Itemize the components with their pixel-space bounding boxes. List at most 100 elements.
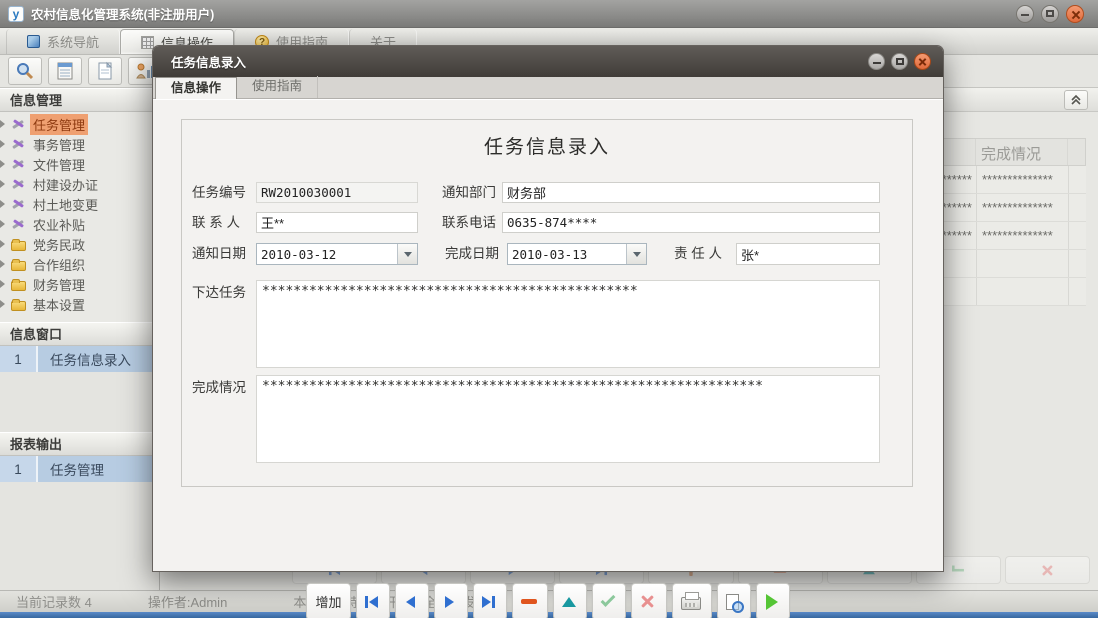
toolbar-button-icon [640,594,656,610]
tree-item[interactable]: 合作组织 [0,254,159,274]
tree-item-label: 村建设办证 [30,174,101,195]
toolbar-button-check[interactable] [592,583,626,618]
owner-label: 责 任 人 [674,244,722,264]
minimize-button[interactable] [1016,5,1034,23]
collapse-panel-button[interactable] [1064,90,1088,110]
tree-item[interactable]: 村建设办证 [0,174,159,194]
expand-arrow-icon[interactable] [0,260,5,268]
list-item-index: 1 [0,456,38,482]
grid-cell [977,250,1069,277]
toolbar-button-preview[interactable] [717,583,751,618]
tree-item[interactable]: 基本设置 [0,294,159,314]
dialog-close-button[interactable] [914,53,931,70]
task-content-field[interactable]: ****************************************… [256,280,880,368]
sidebar-section-windows: 信息窗口 [0,322,159,346]
tree-item-icon [11,261,26,271]
dialog-maximize-button[interactable] [891,53,908,70]
tree-item[interactable]: 财务管理 [0,274,159,294]
toolbar-button-last[interactable] [473,583,507,618]
record-count: 当前记录数 4 [16,592,92,611]
tree-item-icon [11,177,26,191]
toolbar-button-prev[interactable] [395,583,429,618]
expand-arrow-icon[interactable] [0,220,5,228]
toolbar-button-minus[interactable] [512,583,548,618]
finish-date-field[interactable] [508,244,625,264]
form-title: 任务信息录入 [182,132,912,159]
list-item[interactable]: 1 任务管理 [0,456,159,482]
dialog-tab-label: 使用指南 [252,79,302,93]
dialog-tab[interactable]: 使用指南 [237,76,318,98]
minimize-icon [873,62,881,64]
tree-item[interactable]: 党务民政 [0,234,159,254]
toolbar-button-icon [406,596,415,608]
expand-arrow-icon[interactable] [0,300,5,308]
tree-item[interactable]: 村土地变更 [0,194,159,214]
tree-item-icon [11,157,26,171]
toolbar-button-add[interactable]: 增加 [306,583,350,618]
task-entry-dialog: 任务信息录入 信息操作 使用指南 任务信息录入 任务编号 [152,45,944,572]
list-item[interactable]: 1 任务信息录入 [0,346,159,372]
toolbar-button-first[interactable] [356,583,390,618]
form-view-button[interactable] [48,57,82,85]
tree-item[interactable]: 任务管理 [0,114,159,134]
maximize-button[interactable] [1041,5,1059,23]
notify-date-field[interactable] [257,244,396,264]
tree-item-icon [11,117,26,131]
expand-arrow-icon[interactable] [0,280,5,288]
phone-field[interactable] [502,212,880,233]
expand-arrow-icon[interactable] [0,140,5,148]
close-button[interactable] [1066,5,1084,23]
report-list: 1 任务管理 [0,456,159,482]
maximize-icon [1046,10,1054,17]
dept-field[interactable] [502,182,880,203]
main-titlebar: y 农村信息化管理系统(非注册用户) [0,0,1098,28]
list-item-label: 任务管理 [38,456,159,482]
phone-label: 联系电话 [442,213,496,233]
tree-item[interactable]: 文件管理 [0,154,159,174]
dropdown-arrow-icon[interactable] [397,244,417,264]
info-window-list: 1 任务信息录入 [0,346,159,372]
toolbar-button-cross[interactable] [631,583,667,618]
search-button[interactable] [8,57,42,85]
application-window: y 农村信息化管理系统(非注册用户) 系统导航 信息操作 使用指南 [0,0,1098,618]
toolbar-button-up[interactable] [553,583,587,618]
tree-item-label: 财务管理 [30,274,88,295]
dialog-tab[interactable]: 信息操作 [155,77,237,99]
expand-arrow-icon[interactable] [0,240,5,248]
grid-cell: ************** [977,166,1069,193]
tree-item[interactable]: 事务管理 [0,134,159,154]
contact-field[interactable] [256,212,418,233]
window-title: 农村信息化管理系统(非注册用户) [31,4,214,23]
task-no-field[interactable] [256,182,418,203]
notify-date-combo [256,243,418,265]
dialog-record-toolbar: 增加 [153,583,943,618]
dept-label: 通知部门 [442,183,496,203]
expand-arrow-icon[interactable] [0,160,5,168]
grid-cell [1069,166,1086,193]
dropdown-arrow-icon[interactable] [626,244,646,264]
completion-field[interactable]: ****************************************… [256,375,880,463]
expand-arrow-icon[interactable] [0,180,5,188]
expand-arrow-icon[interactable] [0,120,5,128]
main-tab[interactable]: 系统导航 [6,29,120,54]
toolbar-button-print[interactable] [672,583,712,618]
tree-item-icon [11,197,26,211]
owner-field[interactable] [736,243,880,265]
dialog-minimize-button[interactable] [868,53,885,70]
tree-item-inner: 农业补贴 [0,214,88,235]
search-icon [14,61,36,81]
expand-arrow-icon[interactable] [0,200,5,208]
tree-item-label: 基本设置 [30,294,88,315]
document-button[interactable] [88,57,122,85]
toolbar-button-run[interactable] [756,583,790,618]
tree-item-icon [11,137,26,151]
tree-item-label: 任务管理 [30,114,88,135]
tree-item-inner: 事务管理 [0,134,88,155]
tree-item-inner: 基本设置 [0,294,88,315]
record-nav-button-cross[interactable] [1005,556,1090,584]
toolbar-button-next[interactable] [434,583,468,618]
tree-item-inner: 村建设办证 [0,174,101,195]
dialog-body: 任务信息录入 任务编号 通知部门 联 系 人 联系电话 通知日期 完成日期 [153,99,943,571]
tree-item[interactable]: 农业补贴 [0,214,159,234]
toolbar-button-icon [482,596,495,608]
